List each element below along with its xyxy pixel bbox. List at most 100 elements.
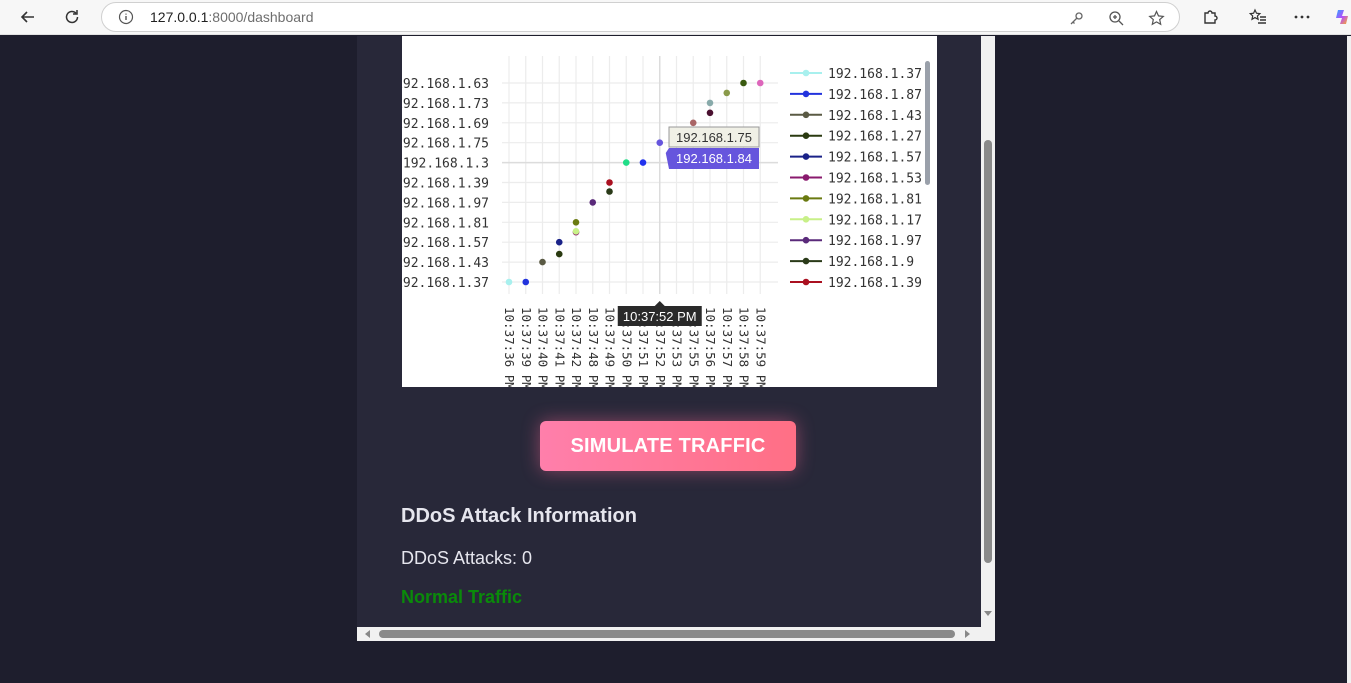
data-point — [606, 188, 613, 195]
data-point — [740, 79, 747, 87]
legend-marker — [802, 174, 810, 181]
data-point — [706, 109, 714, 117]
data-point — [723, 89, 731, 97]
simulate-traffic-button[interactable]: SIMULATE TRAFFIC — [540, 421, 796, 471]
data-point — [572, 219, 580, 226]
data-point — [622, 159, 630, 166]
legend-label: 192.168.1.37 — [828, 67, 922, 82]
x-tick-label: 10:37:36 PM — [502, 307, 517, 387]
copilot-icon — [1336, 10, 1348, 24]
address-bar[interactable]: 127.0.0.1:8000/dashboard — [101, 2, 1180, 32]
x-tick-label: 10:37:48 PM — [586, 307, 601, 387]
y-tick-label: 192.168.1.63 — [402, 77, 489, 92]
x-tick-label: 10:37:41 PM — [552, 307, 567, 387]
favorites-list-icon — [1249, 8, 1266, 24]
more-menu-button[interactable] — [1288, 4, 1316, 30]
legend-label: 192.168.1.81 — [828, 192, 922, 207]
extensions-button[interactable] — [1196, 4, 1224, 30]
legend-label: 192.168.1.53 — [828, 172, 922, 187]
scroll-left-arrow-icon[interactable] — [365, 630, 370, 638]
data-point — [606, 179, 613, 186]
y-tick-label: 192.168.1.43 — [402, 256, 489, 271]
data-point — [572, 228, 580, 235]
y-tick-label: 192.168.1.3 — [403, 157, 489, 172]
y-tick-label: 192.168.1.57 — [402, 236, 489, 251]
hover-series-tooltip: 192.168.1.84 — [676, 151, 752, 166]
traffic-chart: 192.168.1.37 192.168.1.43 192.168.1.57 192.… — [402, 36, 937, 387]
x-tick-label: 10:37:59 PM — [753, 307, 768, 387]
data-point — [689, 119, 697, 127]
legend-marker — [802, 111, 810, 119]
data-point — [555, 238, 563, 246]
back-arrow-icon — [20, 11, 34, 23]
legend-label: 192.168.1.57 — [828, 151, 922, 166]
ddos-section-title: DDoS Attack Information — [401, 505, 637, 527]
legend-label: 192.168.1.17 — [828, 213, 922, 228]
scroll-right-arrow-icon[interactable] — [965, 630, 970, 638]
x-tick-label: 10:37:57 PM — [720, 307, 735, 387]
vertical-scroll-thumb[interactable] — [984, 140, 992, 563]
data-point — [539, 258, 546, 266]
legend-marker — [802, 90, 810, 98]
data-point — [706, 99, 714, 107]
x-tick-label: 10:37:42 PM — [569, 307, 584, 387]
hover-x-label: 10:37:52 PM — [623, 309, 697, 324]
legend-marker — [802, 278, 810, 286]
panel-vertical-scrollbar[interactable] — [981, 36, 995, 627]
legend-marker — [802, 153, 810, 160]
data-point — [639, 159, 647, 166]
scroll-down-arrow-icon[interactable] — [984, 611, 992, 616]
x-tick-label: 10:37:40 PM — [536, 307, 551, 387]
legend-label: 192.168.1.97 — [828, 234, 922, 249]
y-tick-label: 192.168.1.39 — [402, 177, 489, 192]
ddos-attack-count: DDoS Attacks: 0 — [401, 548, 533, 568]
legend-label: 192.168.1.43 — [828, 109, 922, 124]
favorite-star-icon[interactable] — [1146, 8, 1166, 28]
y-tick-label: 192.168.1.97 — [402, 196, 489, 211]
url-text: 127.0.0.1:8000/dashboard — [150, 9, 314, 25]
more-dots-icon — [1294, 15, 1310, 19]
x-tick-label: 10:37:56 PM — [703, 307, 718, 387]
x-tick-label: 10:37:39 PM — [519, 307, 534, 387]
legend-scrollbar — [925, 61, 930, 185]
traffic-status: Normal Traffic — [401, 587, 523, 607]
legend-marker — [802, 257, 810, 265]
puzzle-icon — [1204, 10, 1218, 24]
data-point — [505, 278, 513, 286]
reload-button[interactable] — [58, 4, 86, 30]
legend-marker — [802, 69, 810, 77]
reload-icon — [65, 10, 79, 24]
y-tick-label: 192.168.1.75 — [402, 137, 489, 152]
horizontal-scroll-thumb[interactable] — [379, 630, 955, 638]
legend-label: 192.168.1.87 — [828, 88, 922, 103]
data-point — [555, 250, 563, 258]
zoom-icon[interactable] — [1106, 8, 1126, 28]
y-tick-label: 192.168.1.81 — [402, 216, 489, 231]
info-icon[interactable] — [118, 9, 134, 25]
data-point — [756, 79, 764, 87]
y-tick-label: 192.168.1.37 — [402, 276, 489, 291]
data-point — [589, 199, 597, 206]
data-point — [522, 278, 530, 286]
hover-x-label-pointer — [654, 301, 665, 306]
key-icon[interactable] — [1066, 8, 1086, 28]
copilot-button[interactable] — [1328, 4, 1351, 30]
y-tick-label: 192.168.1.69 — [402, 117, 489, 132]
panel-horizontal-scrollbar[interactable] — [357, 627, 981, 641]
legend-label: 192.168.1.27 — [828, 130, 922, 145]
favorites-button[interactable] — [1244, 4, 1272, 30]
y-tick-label: 192.168.1.73 — [402, 97, 489, 112]
x-tick-label: 10:37:58 PM — [737, 307, 752, 387]
back-button[interactable] — [14, 4, 42, 30]
page-scrollbar[interactable] — [1347, 36, 1351, 683]
legend-label: 192.168.1.9 — [828, 255, 914, 270]
browser-toolbar: 127.0.0.1:8000/dashboard — [0, 0, 1351, 35]
legend-marker — [802, 216, 810, 223]
data-point — [656, 139, 664, 146]
legend-marker — [802, 132, 810, 139]
hover-y-tooltip: 192.168.1.75 — [676, 130, 752, 145]
legend-marker — [802, 236, 810, 244]
x-tick-label: 10:37:49 PM — [603, 307, 618, 387]
traffic-scatter-chart: 192.168.1.37 192.168.1.43 192.168.1.57 192.… — [402, 56, 930, 387]
hover-series-pointer — [665, 148, 669, 169]
